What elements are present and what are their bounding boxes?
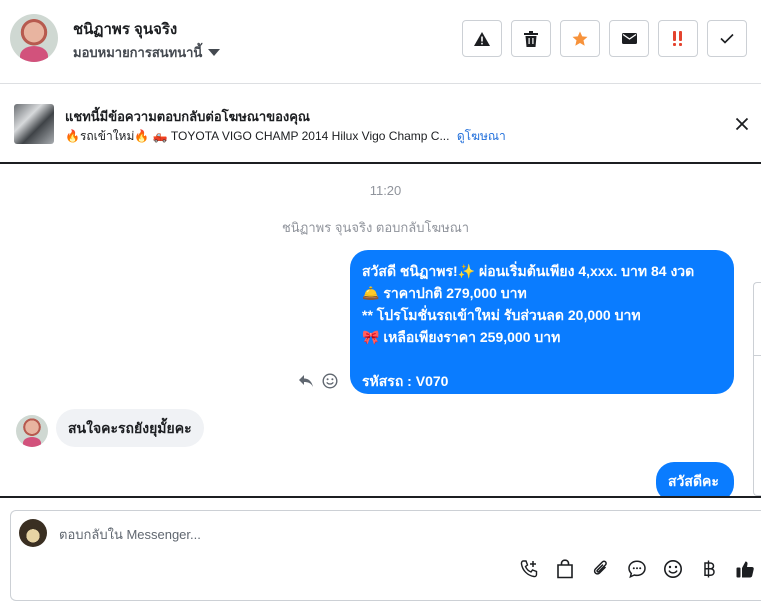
call-add-icon <box>520 560 538 578</box>
ad-banner-title: แชทนี้มีข้อความตอบกลับต่อโฆษณาของคุณ <box>65 109 310 124</box>
thumbs-up-button[interactable] <box>733 557 757 581</box>
reply-input[interactable] <box>59 524 659 544</box>
caret-down-icon <box>208 49 221 56</box>
emoji-icon <box>664 560 682 578</box>
outgoing-message-bubble[interactable]: สวัสดีคะ <box>656 462 734 496</box>
composer-divider <box>0 496 761 498</box>
message-line-blank <box>362 348 722 370</box>
assign-conversation-dropdown[interactable]: มอบหมายการสนทนานี้ <box>73 42 221 63</box>
trash-icon <box>524 30 538 47</box>
baht-icon <box>704 560 715 578</box>
message-thread[interactable]: 11:20 ชนิฏาพร จุนจริง ตอบกลับโฆษณา สวัสด… <box>0 164 761 496</box>
message-line: สวัสดี ชนิฏาพร!✨ ผ่อนเริ่มต้นเพียง 4,xxx… <box>362 263 695 279</box>
ad-reply-banner: แชทนี้มีข้อความตอบกลับต่อโฆษณาของคุณ 🔥รถ… <box>0 84 761 164</box>
bag-icon <box>557 559 573 579</box>
envelope-icon <box>621 33 637 44</box>
saved-reply-icon <box>628 560 646 579</box>
report-spam-button[interactable] <box>462 20 502 57</box>
follow-up-button[interactable] <box>658 20 698 57</box>
warning-icon <box>474 31 490 46</box>
call-add-button[interactable] <box>517 557 541 581</box>
payment-button[interactable] <box>697 557 721 581</box>
reply-icon[interactable] <box>298 374 314 388</box>
contact-avatar[interactable] <box>10 14 58 62</box>
mark-unread-button[interactable] <box>609 20 649 57</box>
incoming-message-bubble[interactable]: สนใจคะรถยังยุมั้ยคะ <box>56 409 204 447</box>
check-icon <box>720 33 734 44</box>
contact-name[interactable]: ชนิฏาพร จุนจริง <box>73 17 177 41</box>
shop-button[interactable] <box>553 557 577 581</box>
composer-tools <box>517 557 757 581</box>
exclamation-icon <box>673 30 682 46</box>
react-emoji-icon[interactable] <box>322 373 338 389</box>
outgoing-message-bubble[interactable]: สวัสดี ชนิฏาพร!✨ ผ่อนเริ่มต้นเพียง 4,xxx… <box>350 250 734 394</box>
delete-button[interactable] <box>511 20 551 57</box>
ad-banner-subtitle: 🔥รถเข้าใหม่🔥 🛻 TOYOTA VIGO CHAMP 2014 Hi… <box>65 127 506 146</box>
star-icon <box>572 31 588 46</box>
message-actions <box>298 373 338 389</box>
attach-button[interactable] <box>589 557 613 581</box>
star-button[interactable] <box>560 20 600 57</box>
view-ad-link[interactable]: ดูโฆษณา <box>457 129 506 143</box>
mark-done-button[interactable] <box>707 20 747 57</box>
conversation-header: ชนิฏาพร จุนจริง มอบหมายการสนทนานี้ <box>0 0 761 84</box>
page-avatar <box>19 519 47 547</box>
message-line: ** โปรโมชั่นรถเข้าใหม่ รับส่วนลด 20,000 … <box>362 307 641 323</box>
message-line: 🎀 เหลือเพียงราคา 259,000 บาท <box>362 329 561 345</box>
contact-avatar-small[interactable] <box>16 415 48 447</box>
paperclip-icon <box>593 560 607 575</box>
thumbs-up-icon <box>736 561 754 578</box>
header-actions <box>462 20 747 57</box>
system-message: ชนิฏาพร จุนจริง ตอบกลับโฆษณา <box>281 220 470 235</box>
side-panel-edge[interactable] <box>753 282 761 496</box>
message-timestamp: 11:20 <box>369 183 402 198</box>
ad-thumbnail[interactable] <box>14 104 54 144</box>
emoji-button[interactable] <box>661 557 685 581</box>
message-composer <box>10 510 761 601</box>
close-icon[interactable] <box>733 115 751 133</box>
saved-reply-button[interactable] <box>625 557 649 581</box>
message-line: รหัสรถ : V070 <box>362 373 449 389</box>
message-line: 🛎️ ราคาปกติ 279,000 บาท <box>362 285 527 301</box>
ad-headline: 🔥รถเข้าใหม่🔥 🛻 TOYOTA VIGO CHAMP 2014 Hi… <box>65 129 450 143</box>
assign-label: มอบหมายการสนทนานี้ <box>73 45 203 60</box>
